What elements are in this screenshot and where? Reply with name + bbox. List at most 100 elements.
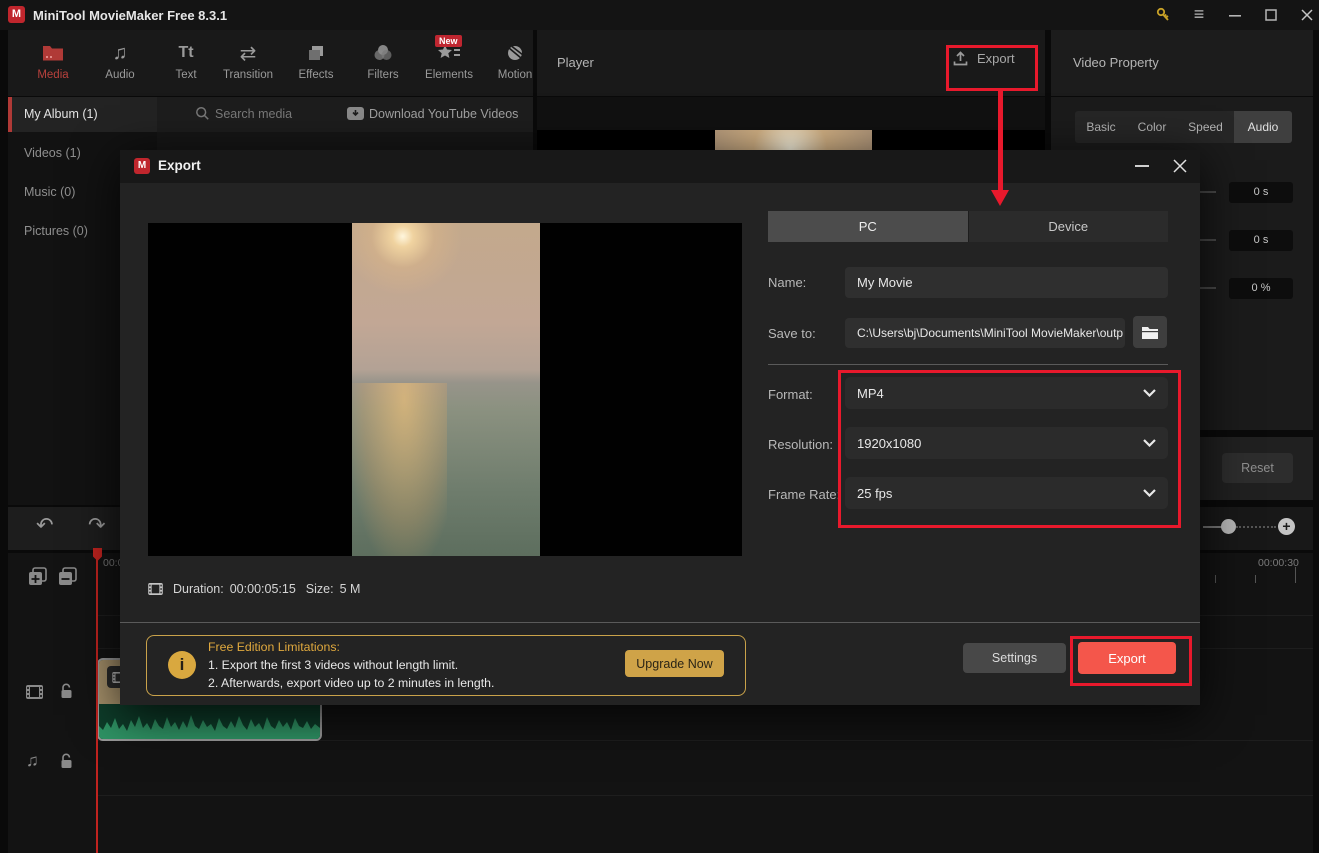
tab-device[interactable]: Device	[968, 211, 1169, 242]
reset-button[interactable]: Reset	[1222, 453, 1293, 483]
remove-track-icon[interactable]	[58, 567, 77, 586]
browse-folder-button[interactable]	[1133, 316, 1167, 348]
export-dialog-titlebar: M Export	[120, 150, 1200, 183]
dialog-title: Export	[158, 158, 201, 173]
new-badge: New	[435, 35, 462, 47]
menu-icon[interactable]: ≡	[1188, 5, 1210, 23]
export-preview	[148, 223, 742, 556]
media-toolbar: Media ♫ Audio Tt Text ⇄ Transition Effec…	[8, 30, 533, 96]
duration-value: 00:00:05:15	[230, 582, 296, 596]
export-preview-video	[352, 223, 540, 556]
search-icon	[195, 106, 210, 121]
music-track-lock-icon[interactable]	[60, 753, 73, 769]
media-search-bar: Search media Download YouTube Videos	[157, 97, 533, 132]
frame-rate-label: Frame Rate:	[768, 487, 840, 502]
sun-reflection	[352, 383, 447, 556]
app-logo-icon: M	[8, 6, 25, 23]
free-edition-limitations-box: i Free Edition Limitations: 1. Export th…	[146, 635, 746, 696]
format-label: Format:	[768, 387, 813, 402]
annotation-arrow-head	[991, 190, 1009, 206]
video-track-lock-icon[interactable]	[60, 683, 73, 699]
resolution-label: Resolution:	[768, 437, 833, 452]
toolbar-item-audio[interactable]: ♫ Audio	[88, 40, 152, 81]
music-track-icon: ♫	[26, 751, 39, 771]
fade-in-slider[interactable]	[1200, 191, 1216, 193]
toolbar-item-transition[interactable]: ⇄ Transition	[216, 40, 280, 81]
annotation-box-export-header	[946, 45, 1038, 91]
add-track-icon[interactable]	[28, 567, 47, 586]
video-track-icon	[26, 685, 43, 699]
timeline-zoom-slider-handle[interactable]	[1221, 519, 1236, 534]
window-close-icon[interactable]	[1296, 6, 1318, 24]
size-label: Size:	[306, 582, 334, 596]
video-property-header: Video Property	[1051, 30, 1313, 96]
name-input[interactable]: My Movie	[845, 267, 1168, 298]
music-note-icon: ♫	[88, 40, 152, 66]
annotation-box-format-options	[838, 370, 1181, 528]
ruler-label-end: 00:00:30	[1258, 557, 1299, 569]
video-property-tabs: Basic Color Speed Audio	[1075, 111, 1292, 143]
redo-icon[interactable]: ↷	[88, 513, 106, 538]
name-label: Name:	[768, 275, 806, 290]
timeline-zoom-in-icon[interactable]: +	[1278, 518, 1295, 535]
playhead-line[interactable]	[96, 548, 98, 853]
limitations-line1: 1. Export the first 3 videos without len…	[208, 658, 458, 672]
video-property-title: Video Property	[1073, 55, 1159, 70]
limitations-title: Free Edition Limitations:	[208, 640, 340, 654]
dialog-minimize-icon[interactable]	[1135, 165, 1149, 167]
filters-icon	[351, 40, 415, 66]
app-title: MiniTool MovieMaker Free 8.3.1	[33, 8, 227, 23]
toolbar-item-effects[interactable]: Effects	[284, 40, 348, 81]
export-target-tabs: PC Device	[768, 211, 1168, 242]
fade-in-value: 0 s	[1229, 182, 1293, 203]
sidebar-item-my-album[interactable]: My Album (1)	[8, 97, 157, 132]
tab-speed[interactable]: Speed	[1177, 111, 1234, 143]
save-to-input[interactable]: C:\Users\bj\Documents\MiniTool MovieMake…	[845, 318, 1125, 348]
media-folder-icon	[21, 40, 85, 66]
ruler-tick	[1255, 575, 1256, 583]
tab-color[interactable]: Color	[1127, 111, 1177, 143]
track-separator	[98, 795, 1313, 796]
youtube-download-icon	[347, 107, 364, 120]
tab-pc[interactable]: PC	[768, 211, 968, 242]
window-maximize-icon[interactable]	[1260, 6, 1282, 24]
form-divider	[768, 364, 1168, 365]
app-window: M MiniTool MovieMaker Free 8.3.1 ≡ Media…	[0, 0, 1319, 853]
titlebar: M MiniTool MovieMaker Free 8.3.1 ≡	[0, 0, 1319, 30]
annotation-arrow-shaft	[998, 88, 1003, 190]
undo-icon[interactable]: ↶	[36, 513, 54, 538]
toolbar-item-filters[interactable]: Filters	[351, 40, 415, 81]
ruler-tick-major	[1295, 567, 1296, 583]
effects-icon	[284, 40, 348, 66]
timeline-zoom-slider-track-dotted	[1236, 526, 1276, 528]
upgrade-now-button[interactable]: Upgrade Now	[625, 650, 724, 677]
window-minimize-icon[interactable]	[1224, 6, 1246, 24]
fade-out-slider[interactable]	[1200, 239, 1216, 241]
license-key-icon[interactable]	[1152, 6, 1174, 24]
dialog-close-icon[interactable]	[1173, 159, 1187, 173]
save-to-label: Save to:	[768, 326, 816, 341]
toolbar-item-media[interactable]: Media	[21, 40, 85, 81]
fade-out-value: 0 s	[1229, 230, 1293, 251]
text-icon: Tt	[154, 40, 218, 66]
player-title: Player	[557, 55, 594, 70]
info-icon: i	[168, 651, 196, 679]
toolbar-item-text[interactable]: Tt Text	[154, 40, 218, 81]
duration-row: Duration: 00:00:05:15 Size: 5 M	[148, 582, 360, 596]
ruler-tick	[1215, 575, 1216, 583]
volume-slider[interactable]	[1200, 287, 1216, 289]
undo-redo-group: ↶ ↷	[8, 507, 122, 550]
settings-button[interactable]: Settings	[963, 643, 1066, 673]
dialog-app-icon: M	[134, 158, 150, 174]
search-input[interactable]: Search media	[215, 107, 292, 121]
transition-arrows-icon: ⇄	[216, 40, 280, 66]
volume-value: 0 %	[1229, 278, 1293, 299]
clip-audio-waveform	[99, 704, 320, 739]
duration-label: Duration:	[173, 582, 224, 596]
film-icon	[148, 583, 163, 595]
tab-audio[interactable]: Audio	[1234, 111, 1292, 143]
tab-basic[interactable]: Basic	[1075, 111, 1127, 143]
folder-icon	[1142, 326, 1158, 339]
limitations-line2: 2. Afterwards, export video up to 2 minu…	[208, 676, 494, 690]
download-youtube-link[interactable]: Download YouTube Videos	[369, 107, 518, 121]
